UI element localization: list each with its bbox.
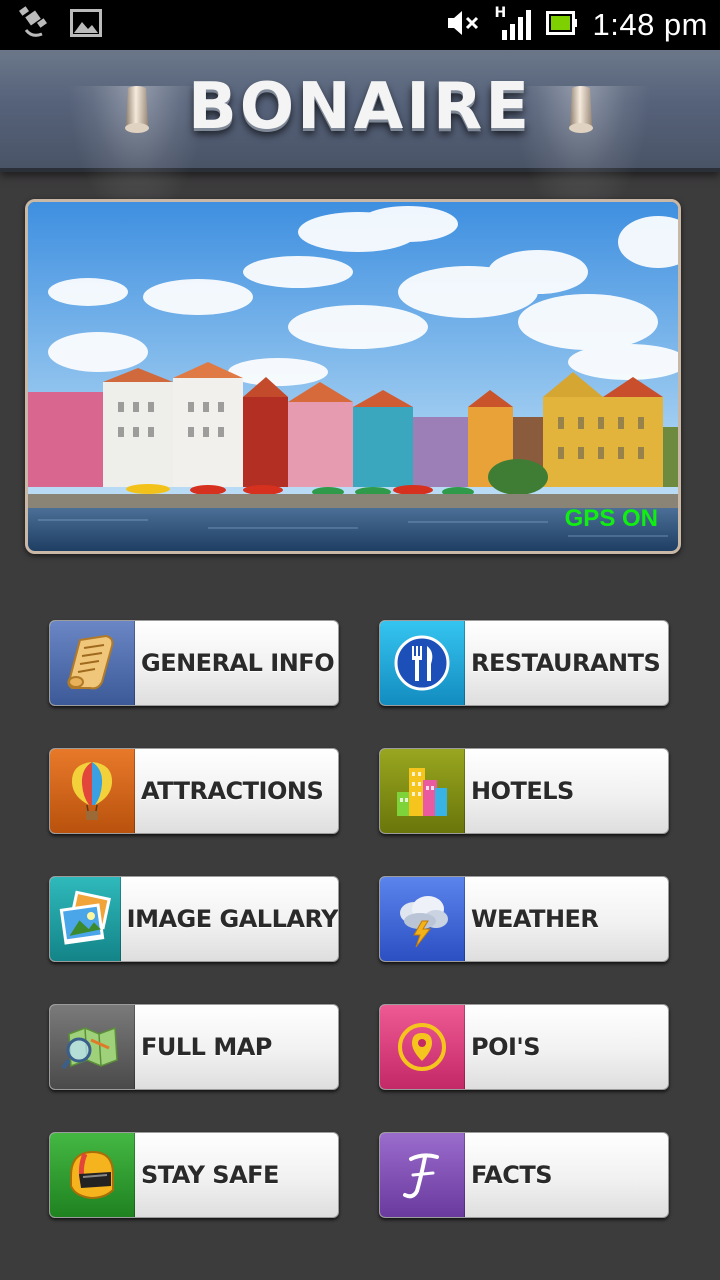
hotels-label: HOTELS xyxy=(471,777,574,805)
full-map-label: FULL MAP xyxy=(141,1033,272,1061)
pois-button[interactable]: POI'S xyxy=(379,1004,669,1090)
full-map-button[interactable]: FULL MAP xyxy=(49,1004,339,1090)
hotels-icon-box xyxy=(380,749,465,833)
image-gallary-label: IMAGE GALLARY xyxy=(126,905,338,933)
letter-f-icon xyxy=(403,1153,439,1199)
clock: 1:48 pm xyxy=(592,7,708,42)
scroll-icon xyxy=(67,634,114,690)
general-info-label: GENERAL INFO xyxy=(141,649,335,677)
facts-label: FACTS xyxy=(471,1161,552,1189)
storm-cloud-icon xyxy=(400,896,448,948)
signal-icon: H xyxy=(494,5,532,42)
weather-label: WEATHER xyxy=(471,905,599,933)
stay-safe-button[interactable]: STAY SAFE xyxy=(49,1132,339,1218)
hot-air-balloon-icon xyxy=(71,762,113,820)
stay-safe-label: STAY SAFE xyxy=(141,1161,279,1189)
general-info-button[interactable]: GENERAL INFO xyxy=(49,620,339,706)
general-info-icon-box xyxy=(50,621,135,705)
map-magnifier-icon xyxy=(61,1026,118,1070)
location-pin-icon xyxy=(398,1023,446,1071)
battery-icon xyxy=(546,10,578,40)
restaurants-button[interactable]: RESTAURANTS xyxy=(379,620,669,706)
gps-icon xyxy=(18,6,54,44)
buildings-icon xyxy=(397,768,447,816)
hotels-button[interactable]: HOTELS xyxy=(379,748,669,834)
weather-icon-box xyxy=(380,877,465,961)
attractions-icon-box xyxy=(50,749,135,833)
helmet-icon xyxy=(70,1150,114,1200)
attractions-button[interactable]: ATTRACTIONS xyxy=(49,748,339,834)
pois-icon-box xyxy=(380,1005,465,1089)
mute-icon xyxy=(446,8,480,42)
page-title: BONAIRE xyxy=(187,70,533,144)
photos-icon xyxy=(59,890,111,945)
image-gallary-button[interactable]: IMAGE GALLARY xyxy=(49,876,339,962)
status-bar: H 1:48 pm xyxy=(0,0,720,50)
full-map-icon-box xyxy=(50,1005,135,1089)
hero-banner: GPS ON xyxy=(25,199,681,554)
facts-icon-box xyxy=(380,1133,465,1217)
stay-safe-icon-box xyxy=(50,1133,135,1217)
pois-label: POI'S xyxy=(471,1033,541,1061)
image-gallary-icon-box xyxy=(50,877,121,961)
harbor-photo xyxy=(28,202,678,551)
gps-status-label: GPS ON xyxy=(564,505,658,532)
restaurants-icon-box xyxy=(380,621,465,705)
app-header: BONAIRE xyxy=(0,50,720,172)
restaurants-label: RESTAURANTS xyxy=(471,649,661,677)
attractions-label: ATTRACTIONS xyxy=(141,777,324,805)
gallery-icon xyxy=(70,9,102,41)
fork-knife-icon xyxy=(394,635,450,691)
app-screen: H 1:48 pm BONAIRE GPS ON GENERAL INFO RE… xyxy=(0,0,720,1280)
weather-button[interactable]: WEATHER xyxy=(379,876,669,962)
facts-button[interactable]: FACTS xyxy=(379,1132,669,1218)
